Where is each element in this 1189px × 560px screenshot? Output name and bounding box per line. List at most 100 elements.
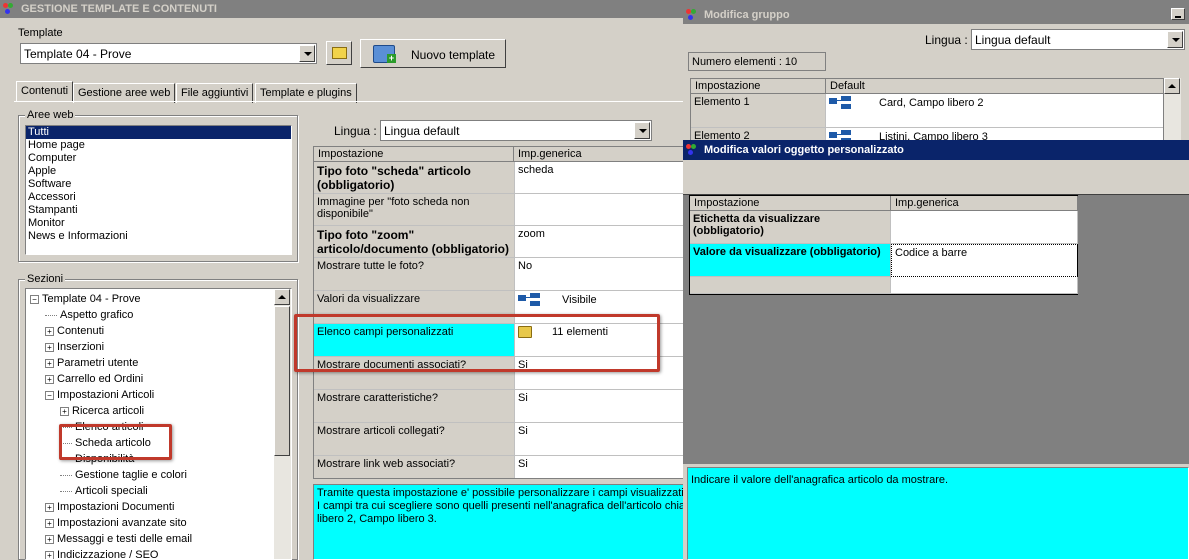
tree-scrollbar[interactable]	[274, 289, 291, 559]
group-scrollbar[interactable]	[1164, 78, 1181, 140]
setting-name-cell[interactable]: Tipo foto "zoom" articolo/documento (obb…	[314, 226, 515, 258]
chevron-down-icon[interactable]	[1167, 31, 1183, 48]
aree-web-item[interactable]: Computer	[26, 152, 291, 165]
tree-item-label: Messaggi e testi delle email	[57, 533, 193, 545]
collapse-icon[interactable]: −	[45, 390, 54, 400]
tree-item[interactable]: − Template 04 - Prove	[30, 292, 140, 306]
setting-name-cell[interactable]: Immagine per "foto scheda non disponibil…	[314, 194, 515, 226]
tree-item[interactable]: + Inserzioni	[45, 340, 104, 354]
group-grid[interactable]: Impostazione Default Elemento 1 Card, Cam…	[690, 78, 1164, 140]
tree-item[interactable]: + Contenuti	[45, 324, 104, 338]
custom-row-name[interactable]: Etichetta da visualizzare (obbligatorio)	[690, 211, 891, 244]
expand-icon[interactable]: +	[45, 326, 54, 336]
custom-title-bar: Modifica valori oggetto personalizzato	[683, 140, 1189, 160]
tree-item[interactable]: + Indicizzazione / SEO	[45, 548, 159, 559]
group-lingua-select[interactable]: Lingua default	[971, 29, 1185, 50]
group-row-value-text: Listini, Campo libero 3	[879, 130, 988, 140]
tree-item-label: Articoli speciali	[75, 485, 148, 497]
new-template-button[interactable]: + Nuovo template	[360, 39, 506, 68]
group-row-value[interactable]: Listini, Campo libero 3	[826, 128, 1163, 140]
tree-item[interactable]: + Ricerca articoli	[60, 404, 144, 418]
setting-name-cell[interactable]: Mostrare link web associati?	[314, 456, 515, 478]
group-col-impostazione[interactable]: Impostazione	[691, 79, 826, 94]
custom-row-value[interactable]: Codice a barre	[891, 244, 1078, 277]
custom-description-text: Indicare il valore dell'anagrafica artic…	[691, 474, 949, 486]
chevron-down-icon[interactable]	[634, 122, 650, 139]
custom-col-impostazione[interactable]: Impostazione	[690, 196, 891, 211]
scroll-thumb[interactable]	[274, 306, 290, 456]
minimize-button[interactable]	[1171, 8, 1185, 20]
aree-web-item[interactable]: Software	[26, 178, 291, 191]
setting-value-cell[interactable]: Si	[515, 456, 699, 478]
custom-empty-row[interactable]	[690, 277, 891, 294]
tree-item[interactable]: + Impostazioni Documenti	[45, 500, 174, 514]
scroll-up-button[interactable]	[1164, 78, 1180, 94]
aree-web-list[interactable]: Tutti Home page Computer Apple Software Acces…	[25, 125, 292, 255]
scroll-up-button[interactable]	[274, 289, 290, 305]
setting-name-cell[interactable]: Mostrare tutte le foto?	[314, 258, 515, 291]
collapse-icon[interactable]: −	[30, 294, 39, 304]
expand-icon[interactable]: +	[45, 550, 54, 559]
setting-value-cell[interactable]	[515, 194, 699, 226]
expand-icon[interactable]: +	[45, 342, 54, 352]
template-select[interactable]: Template 04 - Prove	[20, 43, 317, 64]
folder-icon	[332, 47, 347, 59]
group-title: Modifica gruppo	[704, 8, 790, 21]
setting-value-cell[interactable]: zoom	[515, 226, 699, 258]
lingua-select[interactable]: Lingua default	[380, 120, 652, 141]
custom-grid[interactable]: Impostazione Imp.generica Etichetta da v…	[689, 195, 1078, 295]
chevron-down-icon[interactable]	[299, 45, 315, 62]
col-header-impostazione[interactable]: Impostazione	[314, 147, 514, 162]
setting-value-cell[interactable]: No	[515, 258, 699, 291]
aree-web-item[interactable]: Tutti	[26, 126, 291, 139]
aree-web-item[interactable]: News e Informazioni	[26, 230, 291, 243]
settings-grid[interactable]: Impostazione Imp.generica Tipo foto "sch…	[313, 146, 700, 479]
expand-icon[interactable]: +	[45, 534, 54, 544]
setting-name-cell[interactable]: Mostrare articoli collegati?	[314, 423, 515, 456]
setting-value-cell[interactable]: Si	[515, 390, 699, 423]
expand-icon[interactable]: +	[45, 502, 54, 512]
expand-icon[interactable]: +	[45, 518, 54, 528]
tab-file-aggiuntivi[interactable]: File aggiuntivi	[176, 83, 254, 103]
aree-web-item[interactable]: Home page	[26, 139, 291, 152]
tree-item[interactable]: + Messaggi e testi delle email	[45, 532, 192, 546]
aree-web-item[interactable]: Accessori	[26, 191, 291, 204]
tree-item[interactable]: Aspetto grafico	[45, 308, 133, 322]
tree-connector	[45, 314, 57, 316]
description-box: Tramite questa impostazione e' possibile…	[313, 484, 700, 560]
element-count: Numero elementi : 10	[688, 52, 826, 71]
custom-empty-value[interactable]	[891, 277, 1078, 294]
tab-gestione-aree-web[interactable]: Gestione aree web	[73, 83, 176, 103]
aree-web-item[interactable]: Apple	[26, 165, 291, 178]
setting-value-text: No	[518, 260, 533, 272]
setting-value-cell[interactable]: Si	[515, 423, 699, 456]
tree-item[interactable]: Articoli speciali	[60, 484, 148, 498]
aree-web-item[interactable]: Stampanti	[26, 204, 291, 217]
tree-item[interactable]: + Carrello ed Ordini	[45, 372, 143, 386]
custom-col-imp-generica[interactable]: Imp.generica	[891, 196, 1078, 211]
col-header-imp-generica[interactable]: Imp.generica	[514, 147, 699, 162]
group-row-name[interactable]: Elemento 1	[691, 94, 826, 128]
custom-row-value[interactable]	[891, 211, 1078, 244]
expand-icon[interactable]: +	[45, 358, 54, 368]
tree-item[interactable]: − Impostazioni Articoli	[45, 388, 154, 402]
aree-web-item[interactable]: Monitor	[26, 217, 291, 230]
setting-name-cell[interactable]: Mostrare caratteristiche?	[314, 390, 515, 423]
group-row-name[interactable]: Elemento 2	[691, 128, 826, 140]
setting-value-cell[interactable]: scheda	[515, 162, 699, 194]
plus-icon: +	[387, 53, 396, 63]
tree-item[interactable]: + Impostazioni avanzate sito	[45, 516, 187, 530]
open-folder-button[interactable]	[326, 41, 352, 65]
custom-row-name[interactable]: Valore da visualizzare (obbligatorio)	[690, 244, 891, 277]
tab-template-e-plugins[interactable]: Template e plugins	[255, 83, 357, 103]
tree-item[interactable]: Gestione taglie e colori	[60, 468, 187, 482]
custom-description-box: Indicare il valore dell'anagrafica artic…	[687, 467, 1189, 560]
expand-icon[interactable]: +	[60, 406, 69, 416]
tab-contenuti[interactable]: Contenuti	[16, 81, 74, 102]
group-col-default[interactable]: Default	[826, 79, 1163, 94]
tree-item[interactable]: + Parametri utente	[45, 356, 138, 370]
setting-name-cell[interactable]: Tipo foto "scheda" articolo (obbligatori…	[314, 162, 515, 194]
group-row-value[interactable]: Card, Campo libero 2	[826, 94, 1163, 128]
expand-icon[interactable]: +	[45, 374, 54, 384]
tree-item-label: Parametri utente	[57, 357, 139, 369]
